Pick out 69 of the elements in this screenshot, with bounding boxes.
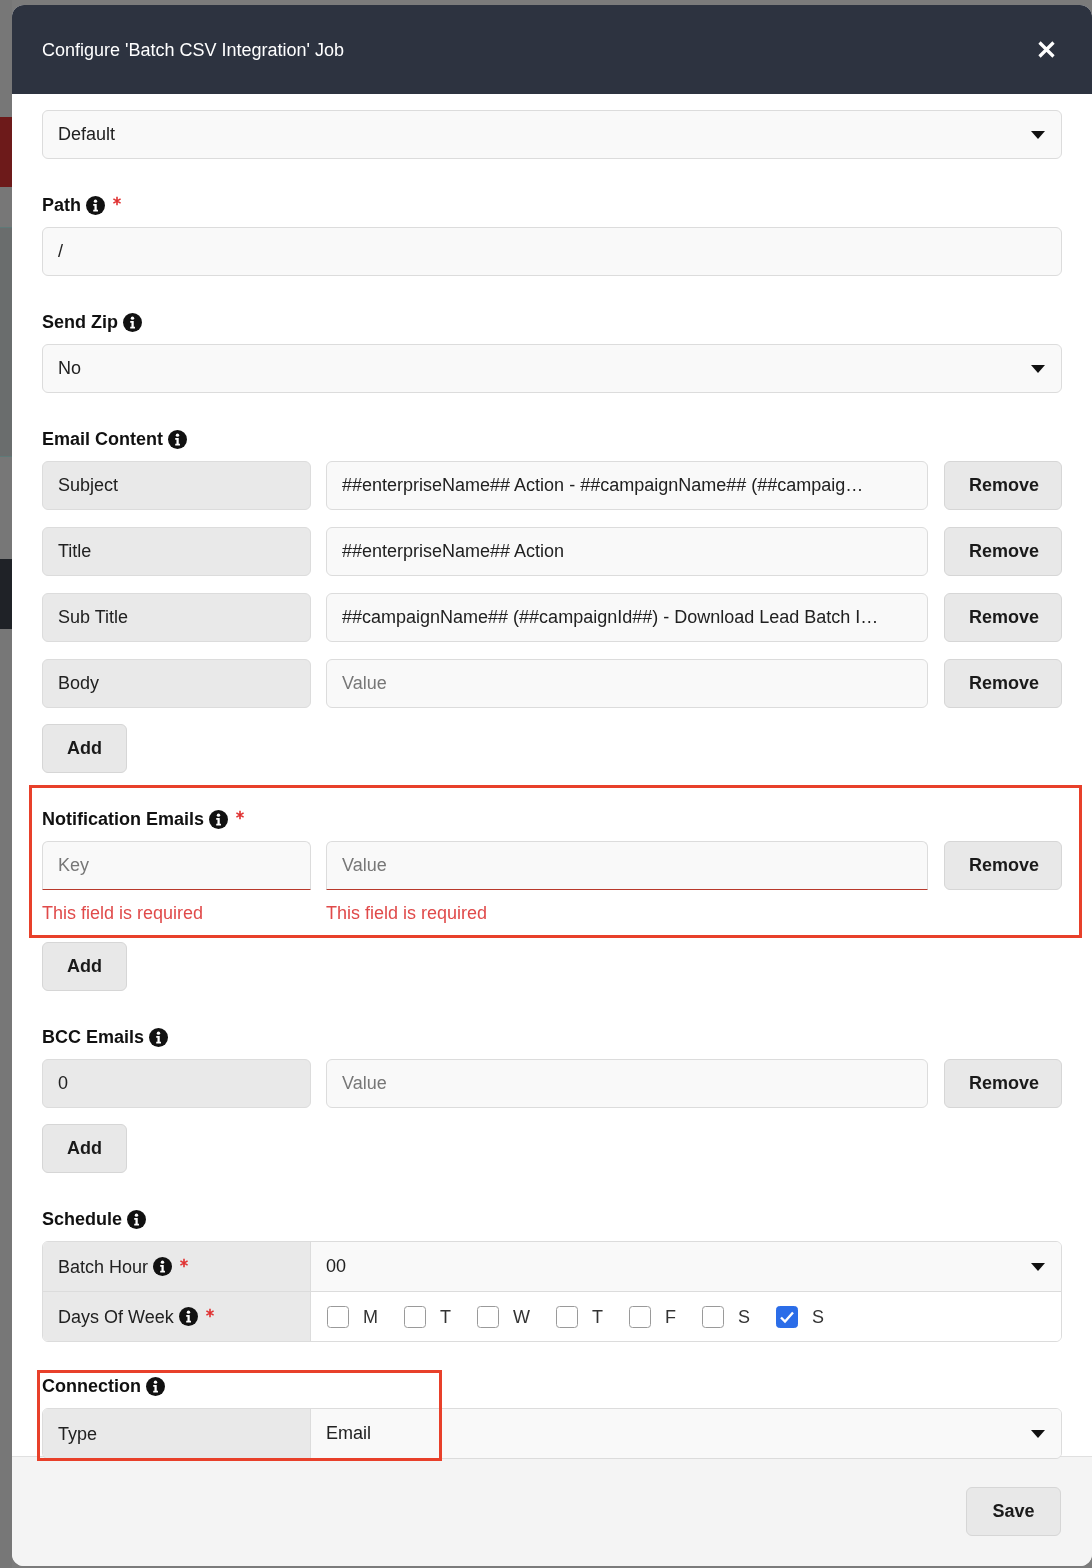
checkbox[interactable] xyxy=(556,1305,578,1328)
info-icon[interactable] xyxy=(168,429,187,449)
key-field: Title xyxy=(42,527,311,576)
remove-button[interactable]: Remove xyxy=(944,659,1062,708)
select-field[interactable]: Default xyxy=(42,110,1062,159)
info-icon[interactable] xyxy=(123,312,142,332)
info-icon[interactable] xyxy=(178,1307,198,1326)
value-field[interactable]: Value xyxy=(326,841,928,890)
close-button[interactable] xyxy=(1038,41,1055,58)
row-label: Days Of Week xyxy=(58,1305,174,1329)
caret-down-icon xyxy=(1031,1262,1045,1271)
key-field[interactable]: Key xyxy=(42,841,311,890)
remove-button[interactable]: Remove xyxy=(944,461,1062,510)
field-label: Path xyxy=(42,194,81,217)
row-label: Type xyxy=(58,1422,98,1446)
add-button[interactable]: Add xyxy=(42,724,127,773)
key-field: 0 xyxy=(42,1059,311,1108)
checkbox[interactable] xyxy=(404,1305,426,1328)
value-field[interactable]: ##campaignName## (##campaignId##) - Download Lead Batch I… xyxy=(326,593,928,642)
select-field[interactable]: No xyxy=(42,344,1062,393)
field-label: Send Zip xyxy=(42,311,118,334)
key-field: Body xyxy=(42,659,311,708)
error-message: This field is required xyxy=(42,902,204,925)
add-button[interactable]: Add xyxy=(42,1124,127,1173)
text-field[interactable]: / xyxy=(42,227,1062,276)
checkbox[interactable] xyxy=(702,1305,724,1328)
field-label: Schedule xyxy=(42,1208,123,1231)
checkbox-label: T xyxy=(592,1305,603,1329)
save-button[interactable]: Save xyxy=(966,1487,1061,1536)
field-label: BCC Emails xyxy=(42,1026,145,1049)
field-label: Connection xyxy=(42,1375,141,1398)
caret-down-icon xyxy=(1031,1429,1045,1438)
info-icon[interactable] xyxy=(209,809,229,829)
value-field[interactable]: ##enterpriseName## Action xyxy=(326,527,928,576)
checkbox[interactable] xyxy=(477,1305,499,1328)
info-icon[interactable] xyxy=(146,1376,165,1396)
field-label: Email Content xyxy=(42,428,163,451)
error-message: This field is required xyxy=(326,902,488,925)
key-field: Subject xyxy=(42,461,311,510)
checkbox-label: F xyxy=(665,1305,676,1329)
remove-button[interactable]: Remove xyxy=(944,841,1062,890)
modal-title: Configure 'Batch CSV Integration' Job xyxy=(42,38,345,62)
row-label: Batch Hour xyxy=(58,1255,149,1279)
checkbox[interactable] xyxy=(327,1305,349,1328)
value-field[interactable]: Value xyxy=(326,659,928,708)
add-button[interactable]: Add xyxy=(42,942,127,991)
checkbox-label: S xyxy=(812,1305,825,1329)
checkbox-label: M xyxy=(363,1305,378,1329)
info-icon[interactable] xyxy=(86,195,105,215)
checkbox[interactable] xyxy=(776,1305,798,1328)
checkbox[interactable] xyxy=(629,1305,651,1328)
remove-button[interactable]: Remove xyxy=(944,527,1062,576)
select-field[interactable]: 00 xyxy=(311,1242,1061,1291)
info-icon[interactable] xyxy=(153,1257,173,1276)
checkbox-label: S xyxy=(738,1305,750,1329)
remove-button[interactable]: Remove xyxy=(944,1059,1062,1108)
info-icon[interactable] xyxy=(127,1209,147,1229)
caret-down-icon xyxy=(1031,364,1045,373)
key-field: Sub Title xyxy=(42,593,311,642)
value-field[interactable]: Value xyxy=(326,1059,928,1108)
info-icon[interactable] xyxy=(149,1027,169,1047)
field-label: Notification Emails xyxy=(42,808,205,831)
checkbox-label: T xyxy=(440,1305,451,1329)
value-field[interactable]: ##enterpriseName## Action - ##campaignName## (##campaig… xyxy=(326,461,928,510)
caret-down-icon xyxy=(1031,130,1045,139)
checkbox-label: W xyxy=(513,1305,530,1329)
close-icon xyxy=(1038,41,1055,58)
remove-button[interactable]: Remove xyxy=(944,593,1062,642)
select-field[interactable]: Email xyxy=(311,1409,1061,1458)
